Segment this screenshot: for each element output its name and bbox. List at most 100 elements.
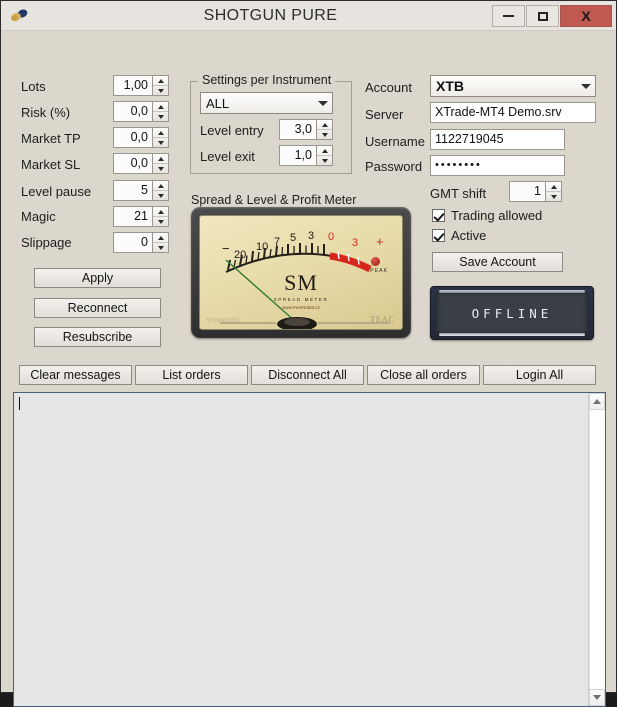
server-input[interactable]: XTrade-MT4 Demo.srv bbox=[430, 102, 596, 123]
label-server: Server bbox=[365, 107, 404, 122]
risk-input[interactable]: 0,0 bbox=[113, 101, 152, 122]
chevron-down-icon bbox=[313, 100, 332, 106]
svg-text:20: 20 bbox=[234, 249, 246, 261]
svg-text:0: 0 bbox=[328, 231, 334, 243]
maximize-button[interactable] bbox=[526, 5, 559, 27]
risk-stepper[interactable]: 0,0 bbox=[113, 101, 169, 122]
slippage-input[interactable]: 0 bbox=[113, 232, 152, 253]
password-input[interactable]: •••••••• bbox=[430, 155, 565, 176]
lots-spinner[interactable] bbox=[152, 75, 169, 96]
label-username: Username bbox=[365, 134, 425, 149]
svg-text:3: 3 bbox=[308, 230, 314, 242]
label-account: Account bbox=[365, 80, 412, 95]
meter-face: − 20 10 7 5 3 0 3 + PEAK SM SPREAD METER… bbox=[199, 215, 403, 330]
scroll-up-arrow-icon[interactable] bbox=[589, 393, 605, 410]
market-sl-spinner-up[interactable] bbox=[153, 154, 168, 164]
gmt-shift-spinner-down[interactable] bbox=[546, 192, 561, 201]
text-caret bbox=[19, 397, 20, 410]
market-sl-spinner[interactable] bbox=[152, 153, 169, 174]
log-scrollbar[interactable] bbox=[588, 393, 605, 706]
risk-spinner-down[interactable] bbox=[153, 112, 168, 121]
market-tp-spinner-up[interactable] bbox=[153, 128, 168, 138]
meter-maker-name: TEAC bbox=[370, 315, 395, 324]
settings-group-title: Settings per Instrument bbox=[198, 73, 336, 87]
chevron-down-icon bbox=[576, 83, 595, 89]
slippage-spinner[interactable] bbox=[152, 232, 169, 253]
market-tp-input[interactable]: 0,0 bbox=[113, 127, 152, 148]
reconnect-button[interactable]: Reconnect bbox=[34, 298, 161, 318]
disconnect-all-button[interactable]: Disconnect All bbox=[251, 365, 364, 385]
slippage-spinner-down[interactable] bbox=[153, 243, 168, 252]
level-exit-spinner-up[interactable] bbox=[317, 146, 332, 156]
checkbox-checked-icon[interactable] bbox=[432, 209, 445, 222]
level-pause-input[interactable]: 5 bbox=[113, 180, 152, 201]
market-tp-stepper[interactable]: 0,0 bbox=[113, 127, 169, 148]
market-tp-spinner[interactable] bbox=[152, 127, 169, 148]
label-level-pause: Level pause bbox=[21, 184, 92, 199]
magic-stepper[interactable]: 21 bbox=[113, 206, 169, 227]
client-area: Lots Risk (%) Market TP Market SL Level … bbox=[1, 31, 616, 707]
minimize-button[interactable] bbox=[492, 5, 525, 27]
level-pause-spinner[interactable] bbox=[152, 180, 169, 201]
apply-button[interactable]: Apply bbox=[34, 268, 161, 288]
account-select[interactable]: XTB bbox=[430, 75, 596, 97]
label-password: Password bbox=[365, 159, 423, 174]
active-checkbox[interactable]: Active bbox=[432, 228, 486, 243]
market-sl-stepper[interactable]: 0,0 bbox=[113, 153, 169, 174]
level-entry-spinner-up[interactable] bbox=[317, 120, 332, 130]
list-orders-button[interactable]: List orders bbox=[135, 365, 248, 385]
level-pause-spinner-up[interactable] bbox=[153, 181, 168, 191]
close-button[interactable]: X bbox=[560, 5, 612, 27]
market-sl-spinner-down[interactable] bbox=[153, 164, 168, 173]
magic-spinner[interactable] bbox=[152, 206, 169, 227]
resubscribe-button[interactable]: Resubscribe bbox=[34, 327, 161, 347]
level-exit-input[interactable]: 1,0 bbox=[279, 145, 316, 166]
clear-messages-button[interactable]: Clear messages bbox=[19, 365, 132, 385]
level-entry-input[interactable]: 3,0 bbox=[279, 119, 316, 140]
slippage-stepper[interactable]: 0 bbox=[113, 232, 169, 253]
gmt-shift-input[interactable]: 1 bbox=[509, 181, 545, 202]
gmt-shift-spinner[interactable] bbox=[545, 181, 562, 202]
lots-spinner-up[interactable] bbox=[153, 76, 168, 86]
market-sl-input[interactable]: 0,0 bbox=[113, 153, 152, 174]
risk-spinner[interactable] bbox=[152, 101, 169, 122]
login-all-button[interactable]: Login All bbox=[483, 365, 596, 385]
lots-spinner-down[interactable] bbox=[153, 86, 168, 95]
lots-stepper[interactable]: 1,00 bbox=[113, 75, 169, 96]
message-log-text[interactable] bbox=[14, 393, 588, 706]
message-log-panel bbox=[13, 392, 606, 707]
level-pause-spinner-down[interactable] bbox=[153, 191, 168, 200]
svg-text:3: 3 bbox=[352, 237, 358, 249]
magic-spinner-down[interactable] bbox=[153, 217, 168, 226]
peak-led-icon bbox=[371, 257, 380, 266]
connection-status-text: OFFLINE bbox=[471, 305, 553, 321]
scrollbar-track[interactable] bbox=[589, 410, 605, 689]
close-all-orders-button[interactable]: Close all orders bbox=[367, 365, 480, 385]
username-input[interactable]: 1122719045 bbox=[430, 129, 565, 150]
level-exit-stepper[interactable]: 1,0 bbox=[279, 145, 333, 166]
spread-level-profit-meter: − 20 10 7 5 3 0 3 + PEAK SM SPREAD METER… bbox=[191, 207, 411, 338]
risk-spinner-up[interactable] bbox=[153, 102, 168, 112]
slippage-spinner-up[interactable] bbox=[153, 233, 168, 243]
level-entry-spinner[interactable] bbox=[316, 119, 333, 140]
level-entry-spinner-down[interactable] bbox=[317, 130, 332, 139]
instrument-select[interactable]: ALL bbox=[200, 92, 333, 114]
level-pause-stepper[interactable]: 5 bbox=[113, 180, 169, 201]
title-bar: SHOTGUN PURE X bbox=[1, 1, 616, 31]
save-account-button[interactable]: Save Account bbox=[432, 252, 563, 272]
window-controls: X bbox=[492, 5, 616, 27]
magic-spinner-up[interactable] bbox=[153, 207, 168, 217]
gmt-shift-stepper[interactable]: 1 bbox=[509, 181, 562, 202]
level-exit-spinner-down[interactable] bbox=[317, 156, 332, 165]
market-tp-spinner-down[interactable] bbox=[153, 138, 168, 147]
level-entry-stepper[interactable]: 3,0 bbox=[279, 119, 333, 140]
lots-input[interactable]: 1,00 bbox=[113, 75, 152, 96]
scroll-down-arrow-icon[interactable] bbox=[589, 689, 605, 706]
checkbox-checked-icon[interactable] bbox=[432, 229, 445, 242]
shotgun-shell-icon bbox=[11, 9, 28, 22]
magic-input[interactable]: 21 bbox=[113, 206, 152, 227]
label-level-exit: Level exit bbox=[200, 149, 255, 164]
level-exit-spinner[interactable] bbox=[316, 145, 333, 166]
gmt-shift-spinner-up[interactable] bbox=[546, 182, 561, 192]
trading-allowed-checkbox[interactable]: Trading allowed bbox=[432, 208, 542, 223]
